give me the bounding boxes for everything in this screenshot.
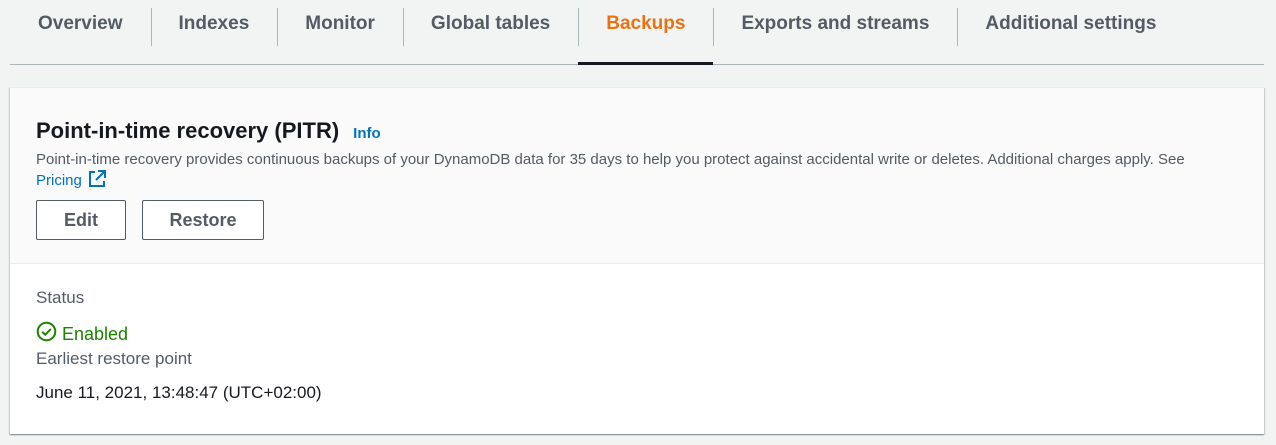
tab-exports-and-streams[interactable]: Exports and streams bbox=[713, 0, 957, 64]
tab-additional-settings[interactable]: Additional settings bbox=[957, 0, 1184, 64]
description-text: Point-in-time recovery provides continuo… bbox=[36, 151, 1185, 168]
title-row: Point-in-time recovery (PITR) Info bbox=[36, 118, 381, 144]
tab-label: Additional settings bbox=[985, 13, 1157, 34]
check-circle-icon bbox=[36, 321, 62, 347]
edit-button[interactable]: Edit bbox=[36, 200, 126, 240]
tab-indexes[interactable]: Indexes bbox=[150, 0, 278, 64]
pitr-title: Point-in-time recovery (PITR) bbox=[36, 118, 340, 143]
tab-label: Global tables bbox=[430, 13, 551, 34]
tab-overview[interactable]: Overview bbox=[10, 0, 151, 64]
pitr-container: Point-in-time recovery (PITR) Info Point… bbox=[10, 87, 1264, 434]
pitr-header: Point-in-time recovery (PITR) Info Point… bbox=[10, 88, 1264, 264]
status-label: Status bbox=[36, 288, 85, 307]
earliest-restore-label: Earliest restore point bbox=[36, 349, 192, 368]
tab-backups[interactable]: Backups bbox=[578, 0, 714, 65]
status-value: Enabled bbox=[36, 321, 128, 347]
pricing-link[interactable]: Pricing bbox=[36, 172, 82, 189]
pitr-description: Point-in-time recovery provides continuo… bbox=[36, 149, 1226, 194]
earliest-restore-value: June 11, 2021, 13:48:47 (UTC+02:00) bbox=[36, 383, 322, 402]
tab-label: Backups bbox=[606, 13, 686, 34]
tab-label: Indexes bbox=[178, 13, 250, 34]
tab-label: Overview bbox=[38, 13, 123, 34]
tab-global-tables[interactable]: Global tables bbox=[402, 0, 578, 64]
info-link[interactable]: Info bbox=[353, 125, 381, 142]
tab-monitor[interactable]: Monitor bbox=[277, 0, 403, 64]
external-link-icon[interactable] bbox=[88, 170, 106, 194]
restore-button[interactable]: Restore bbox=[142, 200, 264, 240]
tab-bar: Overview Indexes Monitor Global tables B… bbox=[10, 0, 1264, 65]
tab-label: Exports and streams bbox=[741, 13, 930, 34]
status-text: Enabled bbox=[62, 323, 129, 344]
tab-label: Monitor bbox=[305, 13, 375, 34]
